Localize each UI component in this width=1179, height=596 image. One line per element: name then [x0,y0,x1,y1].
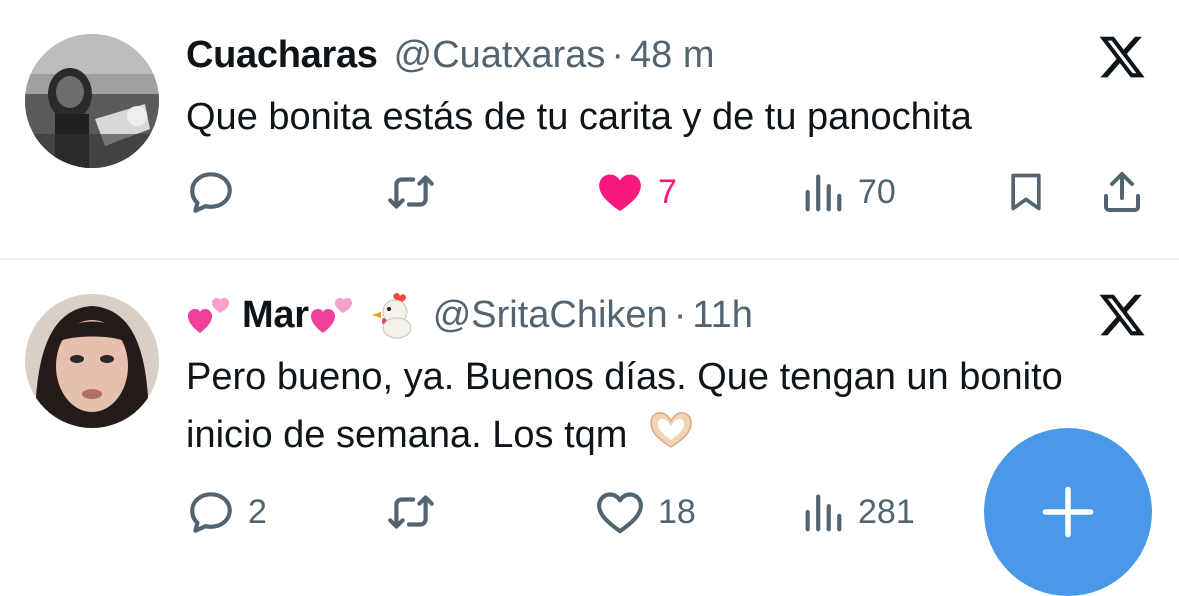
heart-hands-icon [650,412,692,448]
retweet-button[interactable] [384,482,450,542]
tweet-header: Mar @SritaChiken · 11h [186,290,753,340]
heart-icon [597,492,643,534]
avatar-image [25,294,159,428]
timestamp[interactable]: 11h [692,290,753,340]
user-handle[interactable]: @SritaChiken [433,290,668,340]
timestamp[interactable]: 48 m [630,30,714,80]
tweet-header: Cuacharas @Cuatxaras · 48 m [186,30,715,80]
chicken-icon [371,293,412,339]
share-icon [1104,172,1140,212]
x-logo-icon [1099,36,1145,78]
like-button[interactable]: 7 [594,162,677,222]
share-button[interactable] [1098,162,1146,222]
retweet-button[interactable] [384,162,450,222]
avatar[interactable] [25,294,159,428]
tweet-text-content: Pero bueno, ya. Buenos días. Que tengan … [186,356,1063,456]
reply-button[interactable] [186,162,248,222]
views-icon [805,174,842,212]
plus-icon [1042,486,1094,538]
like-count: 18 [658,492,696,531]
retweet-icon [388,495,434,529]
tweet-text: Pero bueno, ya. Buenos días. Que tengan … [186,348,1146,464]
tweet-text: Que bonita estás de tu carita y de tu pa… [186,96,972,138]
heart-icon [599,174,641,212]
view-count: 70 [858,172,896,211]
compose-button[interactable] [984,428,1152,596]
separator: · [673,294,687,336]
display-name[interactable]: Mar [242,290,309,340]
bookmark-button[interactable] [1004,162,1048,222]
separator: · [611,34,625,76]
reply-icon [190,492,232,533]
reply-button[interactable]: 2 [186,482,267,542]
reply-count: 2 [248,492,267,531]
user-handle[interactable]: @Cuatxaras [394,30,606,80]
tweet-card[interactable]: Cuacharas @Cuatxaras · 48 m Que bonita e… [0,0,1179,258]
two-hearts-icon [188,298,229,333]
avatar-image [25,34,159,168]
views-button[interactable]: 70 [800,162,896,222]
like-count: 7 [658,172,677,211]
views-icon [805,494,842,532]
reply-icon [190,172,232,213]
avatar[interactable] [25,34,159,168]
two-hearts-icon [310,298,352,333]
action-bar: 7 70 [0,162,1179,222]
views-button[interactable]: 281 [800,482,915,542]
bookmark-icon [1011,173,1041,211]
like-button[interactable]: 18 [594,482,696,542]
display-name[interactable]: Cuacharas [186,30,378,80]
retweet-icon [388,175,434,209]
x-logo-icon [1099,294,1145,336]
view-count: 281 [858,492,915,531]
